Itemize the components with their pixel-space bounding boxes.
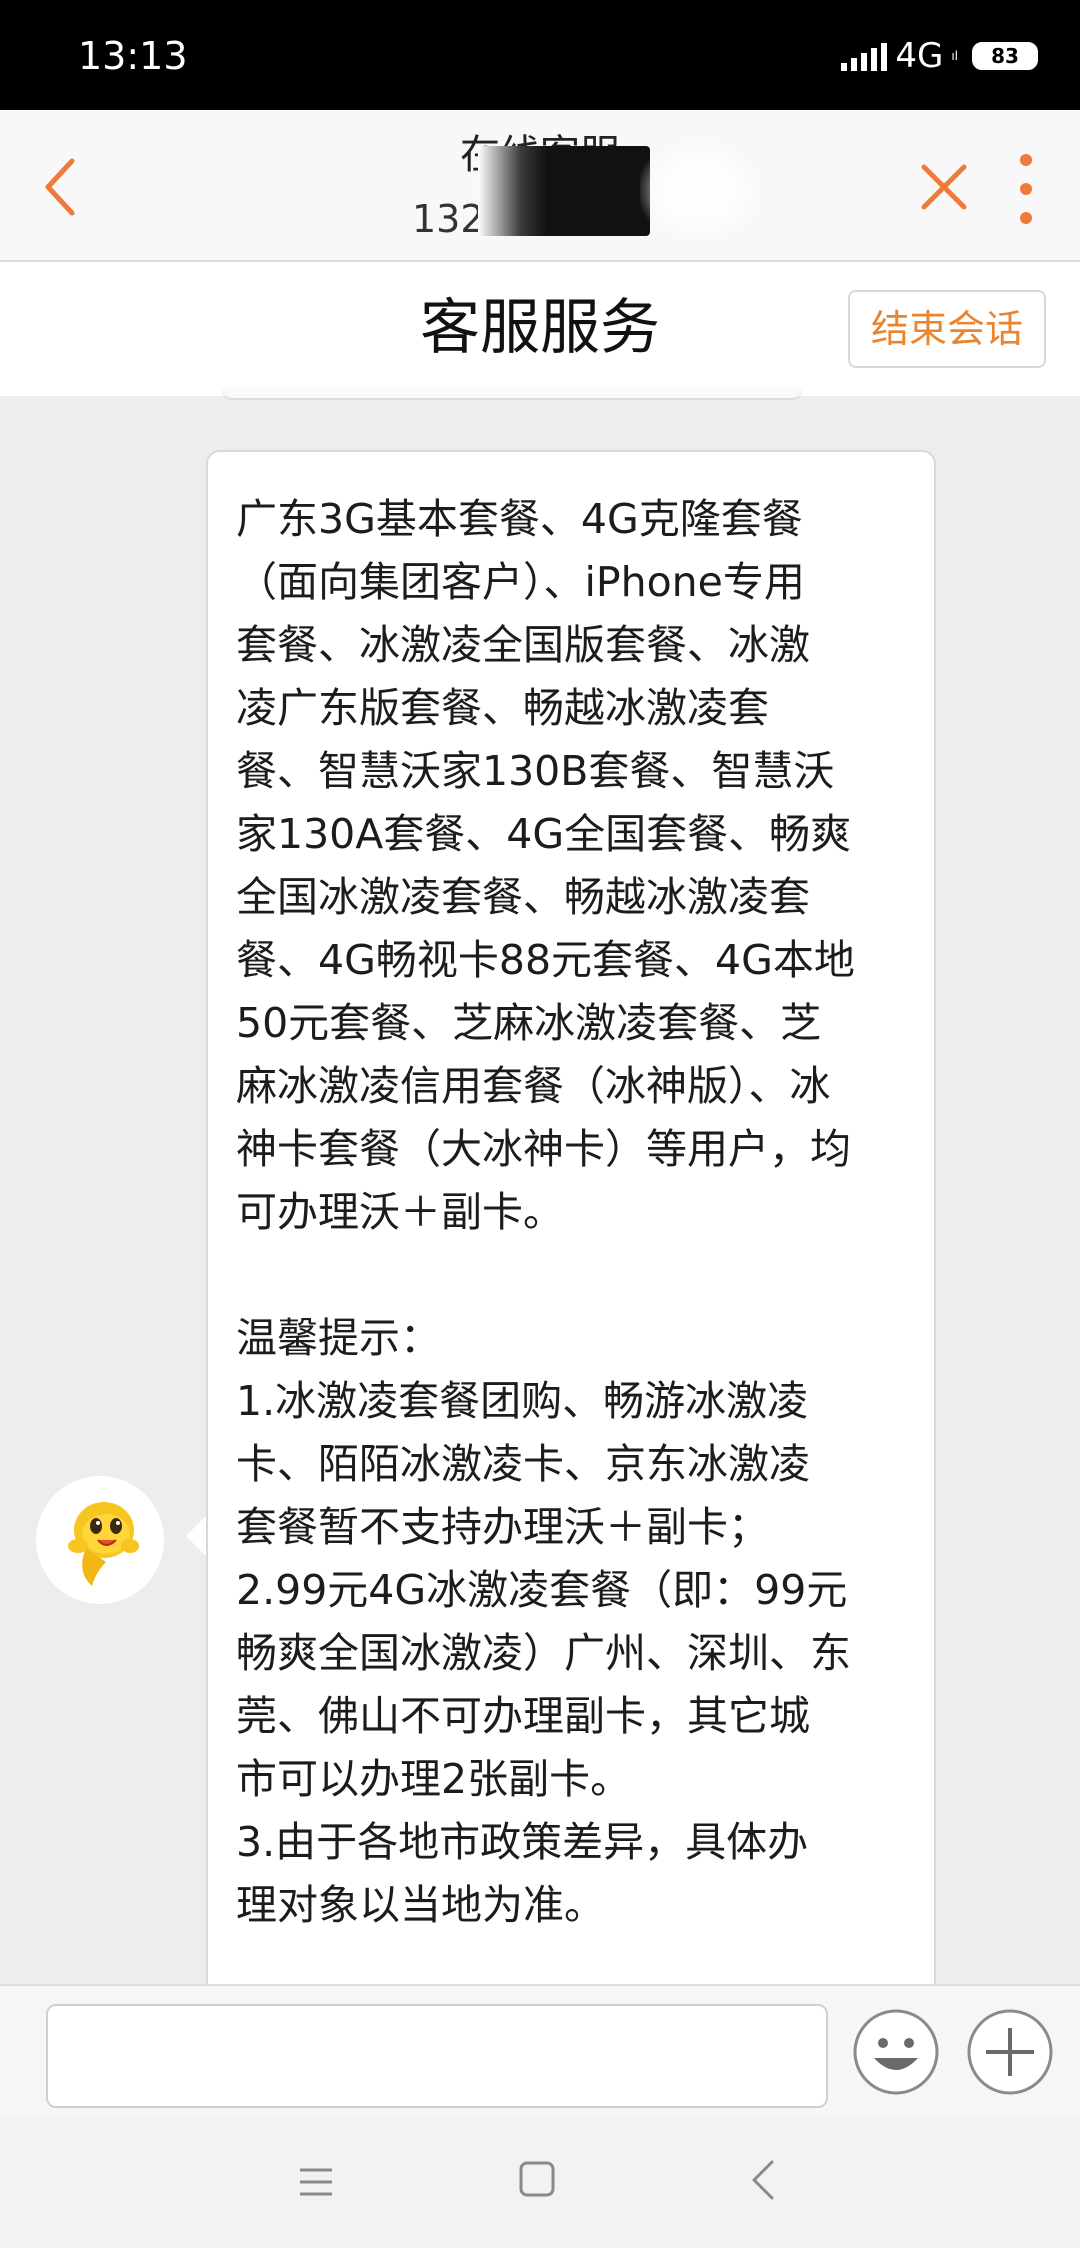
status-indicators: 4G ıl 83 bbox=[841, 34, 1038, 78]
assistant-avatar bbox=[36, 1476, 164, 1604]
system-nav-bar bbox=[0, 2118, 1080, 2248]
input-bar bbox=[0, 1984, 1080, 2118]
signal-icon bbox=[841, 41, 888, 71]
message-text: 广东3G基本套餐、4G克隆套餐 （面向集团客户）、iPhone专用 套餐、冰激凌… bbox=[236, 495, 855, 1929]
redaction-blur bbox=[640, 140, 760, 240]
status-time: 13:13 bbox=[78, 34, 188, 78]
network-label: 4G bbox=[895, 36, 944, 76]
home-square-icon[interactable] bbox=[518, 2160, 556, 2198]
redaction-mark bbox=[478, 146, 650, 236]
message-input[interactable] bbox=[46, 2004, 828, 2108]
mascot-icon bbox=[36, 1476, 164, 1604]
bubble-tail bbox=[186, 1514, 208, 1558]
plus-icon bbox=[967, 2009, 1053, 2095]
app-header: 在线客服 132 bbox=[0, 110, 1080, 262]
back-triangle-icon[interactable] bbox=[748, 2158, 778, 2202]
menu-icon[interactable] bbox=[296, 2162, 336, 2202]
more-vertical-icon[interactable] bbox=[1006, 154, 1046, 224]
emoji-button[interactable] bbox=[852, 2008, 940, 2096]
plus-button[interactable] bbox=[966, 2008, 1054, 2096]
close-button[interactable] bbox=[916, 154, 972, 220]
status-bar: 13:13 4G ıl 83 bbox=[0, 0, 1080, 110]
header-subtitle: 132 bbox=[412, 197, 485, 241]
service-bar: 客服服务 结束会话 bbox=[0, 262, 1080, 396]
network-activity-icon: ıl bbox=[951, 49, 958, 63]
screen: 13:13 4G ıl 83 在线客服 132 bbox=[0, 0, 1080, 2248]
message-bubble[interactable]: 广东3G基本套餐、4G克隆套餐 （面向集团客户）、iPhone专用 套餐、冰激凌… bbox=[206, 450, 936, 1984]
chat-area[interactable]: 广东3G基本套餐、4G克隆套餐 （面向集团客户）、iPhone专用 套餐、冰激凌… bbox=[0, 396, 1080, 1984]
battery-icon: 83 bbox=[972, 42, 1038, 70]
smiley-icon bbox=[853, 2009, 939, 2095]
end-session-button[interactable]: 结束会话 bbox=[848, 290, 1046, 368]
close-icon bbox=[921, 164, 967, 210]
